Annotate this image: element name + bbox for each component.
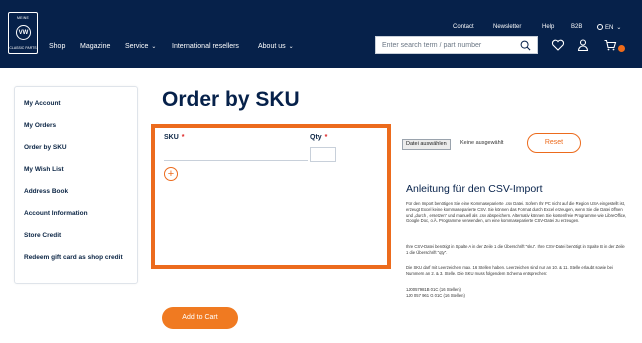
sidebar-item-my-orders[interactable]: My Orders [24, 122, 56, 129]
csv-instructions-paragraph: Die SKU darf mit Leerzeichen max. 16 Ste… [406, 265, 613, 276]
user-icon[interactable] [576, 38, 590, 52]
choose-file-button[interactable]: Datei auswählen [402, 139, 451, 150]
csv-sku-example: 1J0 057 961 G 01C (16 Stellen) [406, 293, 465, 298]
cart-badge [618, 45, 625, 52]
page-title: Order by SKU [162, 88, 300, 111]
csv-instructions-paragraph: Für den Import benötigen Sie eine Kommas… [406, 201, 627, 224]
topnav-contact[interactable]: Contact [453, 24, 474, 34]
sidebar-item-store-credit[interactable]: Store Credit [24, 232, 61, 239]
topnav-newsletter[interactable]: Newsletter [493, 24, 521, 34]
search-input[interactable] [382, 40, 517, 51]
logo-sub-text: CLASSIC PARTS [9, 46, 37, 50]
search-icon[interactable] [520, 40, 531, 51]
sku-entry-form: SKU * Qty * + [151, 124, 391, 269]
logo-brand-text: MEINE [16, 16, 30, 20]
heart-icon[interactable] [551, 38, 565, 52]
csv-import-title: Anleitung für den CSV-Import [406, 183, 543, 195]
csv-instructions-paragraph: Ihre CSV-Datei benötigt in Spalte A in d… [406, 244, 625, 255]
sidebar-item-my-account[interactable]: My Account [24, 100, 61, 107]
required-mark: * [181, 134, 185, 141]
plus-icon: + [167, 168, 175, 180]
sidebar-item-my-wish-list[interactable]: My Wish List [24, 166, 64, 173]
csv-sku-example: 1J0057981B 01C (16 Stellen) [406, 287, 461, 292]
sku-label-text: SKU [164, 134, 179, 141]
topnav-help[interactable]: Help [542, 24, 554, 34]
nav-international-resellers[interactable]: International resellers [172, 43, 239, 53]
nav-service[interactable]: Service ⌄ [125, 43, 156, 53]
topnav-b2b[interactable]: B2B [571, 24, 582, 34]
nav-service-label: Service [125, 43, 149, 50]
nav-shop[interactable]: Shop [49, 43, 65, 53]
sku-label: SKU * [164, 134, 185, 141]
file-status: Keine ausgewählt [460, 140, 504, 146]
qty-label: Qty * [310, 134, 327, 141]
add-to-cart-button[interactable]: Add to Cart [162, 307, 238, 329]
vw-logo-icon: VW [16, 25, 31, 40]
qty-input[interactable] [310, 147, 336, 162]
search-bar [375, 36, 538, 54]
brand-logo[interactable]: MEINE VW CLASSIC PARTS [8, 12, 38, 54]
qty-label-text: Qty [310, 134, 322, 141]
nav-about-us-label: About us [258, 43, 286, 50]
nav-magazine[interactable]: Magazine [80, 43, 110, 53]
chevron-down-icon: ⌄ [151, 44, 157, 50]
language-selector[interactable]: EN ⌄ [597, 24, 621, 34]
reset-button[interactable]: Reset [527, 133, 581, 153]
sidebar-item-order-by-sku[interactable]: Order by SKU [24, 144, 67, 151]
sidebar-item-account-information[interactable]: Account Information [24, 210, 88, 217]
sidebar-item-address-book[interactable]: Address Book [24, 188, 68, 195]
site-header: MEINE VW CLASSIC PARTS Contact Newslette… [0, 0, 642, 68]
chevron-down-icon: ⌄ [288, 44, 294, 50]
language-label: EN [605, 25, 614, 31]
nav-about-us[interactable]: About us ⌄ [258, 43, 294, 53]
required-mark: * [324, 134, 328, 141]
add-row-button[interactable]: + [164, 167, 178, 181]
globe-icon [597, 24, 603, 30]
cart-icon[interactable] [603, 38, 617, 52]
account-sidebar: My Account My Orders Order by SKU My Wis… [14, 86, 138, 284]
chevron-down-icon: ⌄ [616, 25, 622, 31]
sidebar-item-redeem-gift-card[interactable]: Redeem gift card as shop credit [24, 254, 123, 261]
sku-input[interactable] [164, 151, 308, 161]
